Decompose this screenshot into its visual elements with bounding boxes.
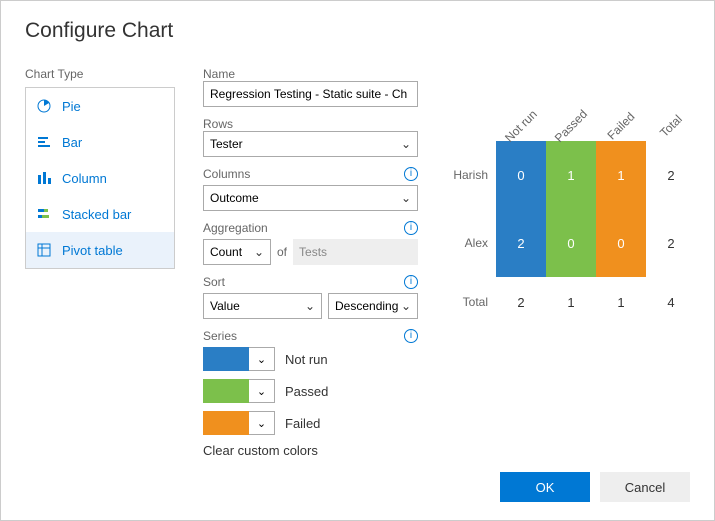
pivot-preview: Not run Passed Failed Total Harish 0 1 1… [446,79,696,327]
ok-button[interactable]: OK [500,472,590,502]
chevron-down-icon: ⌄ [401,191,411,205]
aggregation-of-field: Tests [293,239,418,265]
pivot-table-icon [36,242,52,258]
chart-type-pivot-table[interactable]: Pivot table [26,232,174,268]
pivot-col-header: Failed [604,109,637,142]
aggregation-select[interactable]: Count⌄ [203,239,271,265]
columns-label: Columns [203,167,250,181]
rows-label: Rows [203,117,418,131]
chevron-down-icon: ⌄ [401,137,411,151]
aggregation-label: Aggregation [203,221,268,235]
color-swatch [203,379,249,403]
pivot-cell: 4 [646,277,696,327]
clear-custom-colors-link[interactable]: Clear custom colors [203,443,418,458]
chevron-down-icon: ⌄ [305,299,315,313]
columns-select[interactable]: Outcome⌄ [203,185,418,211]
pivot-cell: 0 [496,141,546,209]
info-icon[interactable]: i [404,167,418,181]
chart-type-label: Chart Type [25,67,175,81]
series-item: ⌄ Passed [203,379,418,403]
chart-type-list: Pie Bar Column Stacked bar Pivot table [25,87,175,269]
color-picker-button[interactable]: ⌄ [249,347,275,371]
series-item-label: Passed [285,384,328,399]
color-swatch [203,411,249,435]
sort-label: Sort [203,275,225,289]
series-item: ⌄ Failed [203,411,418,435]
chevron-down-icon: ⌄ [254,245,264,259]
stacked-bar-icon [36,206,52,222]
pivot-col-header: Passed [552,107,590,145]
pivot-row-header: Harish [446,168,496,182]
pivot-row-header: Total [446,295,496,309]
chevron-down-icon: ⌄ [401,299,411,313]
pivot-cell: 2 [646,141,696,209]
pivot-cell: 1 [546,277,596,327]
pivot-cell: 0 [546,209,596,277]
column-icon [36,170,52,186]
pivot-cell: 1 [596,141,646,209]
series-label: Series [203,329,237,343]
color-picker-button[interactable]: ⌄ [249,411,275,435]
info-icon[interactable]: i [404,275,418,289]
name-input[interactable] [203,81,418,107]
pivot-cell: 1 [596,277,646,327]
name-label: Name [203,67,418,81]
chart-type-item-label: Pivot table [62,243,123,258]
configure-chart-dialog: Configure Chart Chart Type Pie Bar Colum… [0,0,715,521]
pivot-col-header: Not run [502,107,540,145]
series-item-label: Not run [285,352,328,367]
pivot-cell: 2 [496,209,546,277]
chart-type-item-label: Pie [62,99,81,114]
info-icon[interactable]: i [404,329,418,343]
chart-type-item-label: Column [62,171,107,186]
color-swatch [203,347,249,371]
cancel-button[interactable]: Cancel [600,472,690,502]
pivot-cell: 2 [646,209,696,277]
pivot-cell: 1 [546,141,596,209]
chart-type-item-label: Stacked bar [62,207,131,222]
pivot-cell: 2 [496,277,546,327]
color-picker-button[interactable]: ⌄ [249,379,275,403]
info-icon[interactable]: i [404,221,418,235]
pivot-cell: 0 [596,209,646,277]
dialog-title: Configure Chart [25,19,690,43]
rows-select[interactable]: Tester⌄ [203,131,418,157]
of-label: of [277,245,287,259]
series-item-label: Failed [285,416,320,431]
chart-type-column[interactable]: Column [26,160,174,196]
pivot-col-header: Total [657,112,685,140]
pivot-row-header: Alex [446,236,496,250]
chart-type-pie[interactable]: Pie [26,88,174,124]
series-item: ⌄ Not run [203,347,418,371]
chart-type-stacked-bar[interactable]: Stacked bar [26,196,174,232]
pie-icon [36,98,52,114]
sort-direction-select[interactable]: Descending⌄ [328,293,418,319]
chart-type-bar[interactable]: Bar [26,124,174,160]
bar-icon [36,134,52,150]
chart-type-item-label: Bar [62,135,82,150]
sort-field-select[interactable]: Value⌄ [203,293,322,319]
